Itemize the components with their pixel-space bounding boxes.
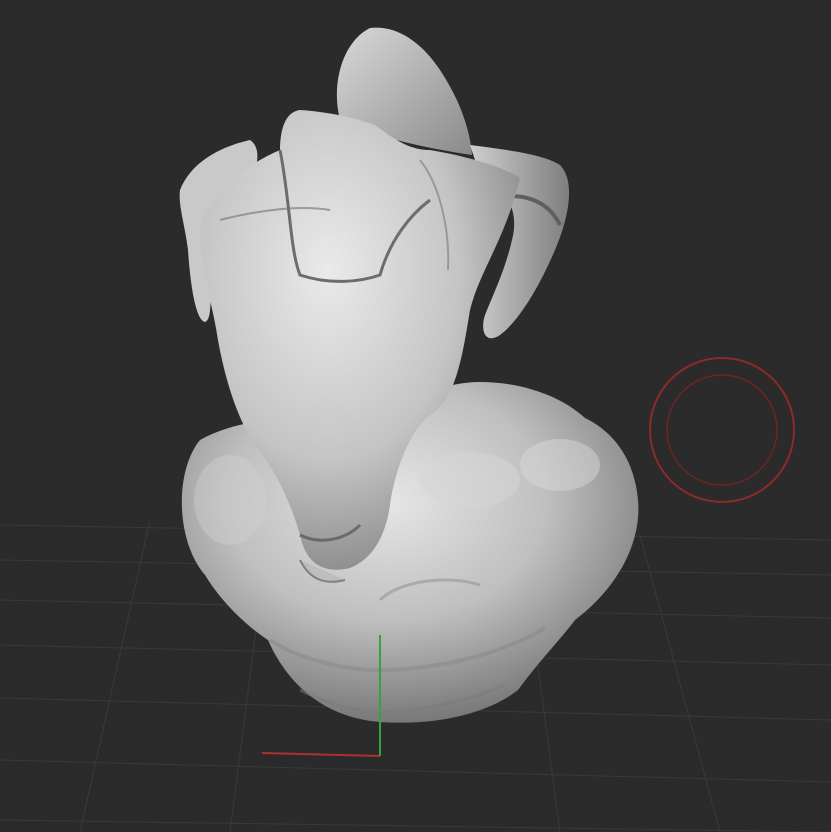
brush-radius-cursor-icon [649,357,795,503]
x-axis-line [261,752,381,757]
viewport-scene[interactable] [0,0,831,832]
viewport-3d-canvas[interactable] [0,0,831,832]
